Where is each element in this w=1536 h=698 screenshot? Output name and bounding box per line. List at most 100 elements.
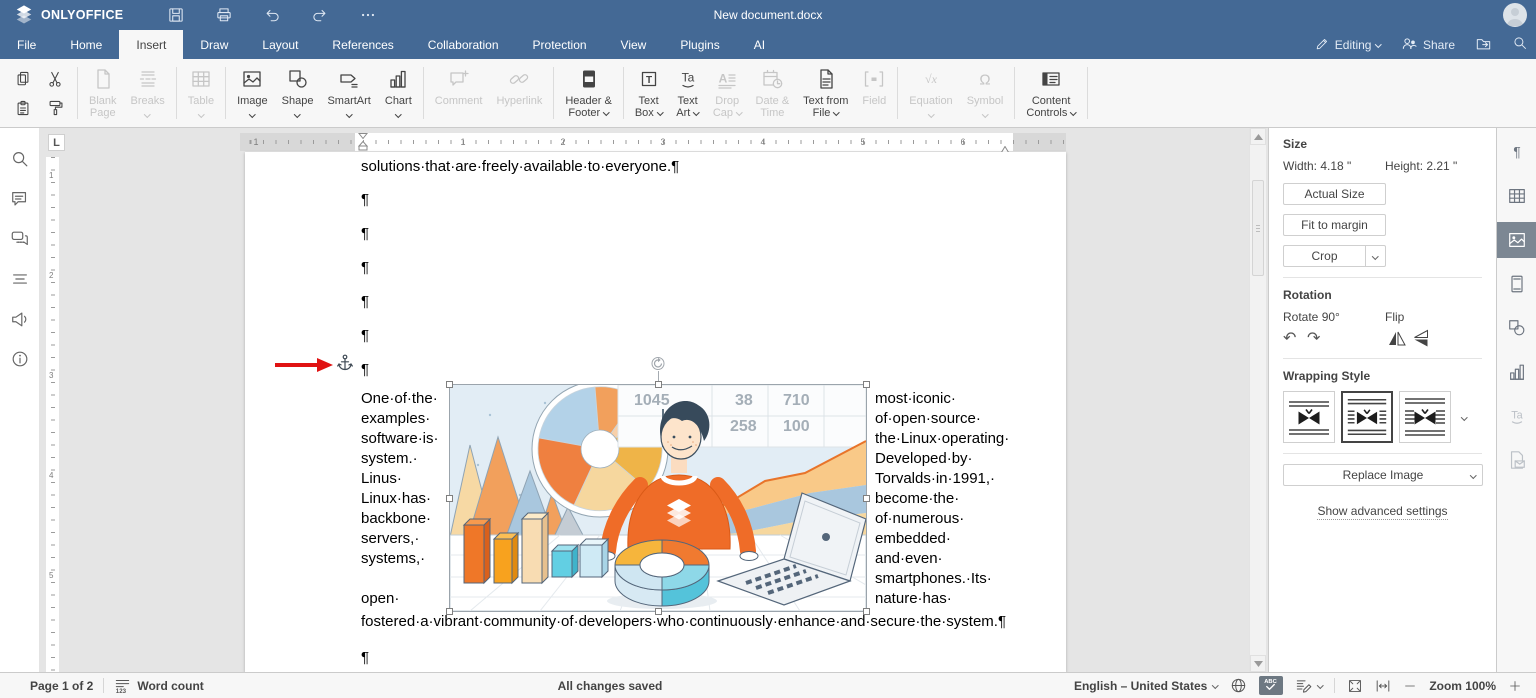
format-painter-button[interactable] (42, 95, 68, 121)
rotate-clockwise-button[interactable]: ↷ (1307, 328, 1331, 348)
wrapping-style-inline[interactable] (1283, 391, 1335, 443)
crop-dropdown[interactable] (1365, 246, 1385, 266)
scroll-up-button[interactable] (1250, 128, 1266, 145)
sidebar-search-button[interactable] (9, 148, 31, 170)
empty-paragraph-mark: ¶ (361, 327, 370, 344)
open-file-location-button[interactable] (1475, 35, 1492, 55)
wrapping-gallery-expand-button[interactable] (1457, 391, 1471, 443)
chevron-down-icon (249, 110, 256, 117)
document-scrollbar[interactable] (1249, 128, 1266, 672)
tab-home[interactable]: Home (53, 30, 119, 59)
wrapped-text-line: and·even· (875, 550, 943, 567)
language-selector[interactable]: English – United States (1074, 679, 1219, 693)
content-controls-button[interactable]: Content Controls (1019, 63, 1082, 119)
tab-protection[interactable]: Protection (516, 30, 604, 59)
rotate-handle[interactable] (651, 356, 666, 376)
sidebar-navigation-button[interactable] (9, 268, 31, 290)
tab-stop-selector[interactable]: L (48, 134, 65, 151)
horizontal-ruler[interactable]: 1 1 2 3 4 5 6 (240, 133, 1066, 155)
set-document-language-button[interactable] (1230, 677, 1247, 694)
resize-handle-sw[interactable] (446, 608, 453, 615)
tab-collaboration[interactable]: Collaboration (411, 30, 516, 59)
rotate-counterclockwise-button[interactable]: ↶ (1283, 328, 1307, 348)
shape-settings-button[interactable] (1497, 310, 1536, 346)
crop-button[interactable]: Crop (1283, 245, 1386, 267)
resize-handle-w[interactable] (446, 495, 453, 502)
selected-inline-image[interactable]: 1045 38 710 258 100 (446, 357, 870, 615)
show-advanced-settings-link[interactable]: Show advanced settings (1283, 504, 1482, 520)
paragraph-settings-button[interactable]: ¶ (1497, 134, 1536, 170)
text-box-button[interactable]: T Text Box (628, 63, 669, 119)
undo-button[interactable] (263, 6, 281, 24)
vruler-ticks (50, 157, 55, 672)
flip-vertical-button[interactable] (1414, 326, 1429, 350)
header-footer-button[interactable]: Header & Footer (558, 63, 618, 119)
sidebar-about-button[interactable] (9, 348, 31, 370)
wrapping-style-tight[interactable] (1399, 391, 1451, 443)
smartart-button[interactable]: SmartArt (320, 63, 377, 119)
wrapping-style-square[interactable] (1341, 391, 1393, 443)
ribbon-button-label: Cap (713, 107, 743, 119)
scrollbar-thumb[interactable] (1252, 180, 1264, 276)
left-text-column: One·of·the· examples· software·is· system.·… (361, 389, 439, 569)
tab-ai[interactable]: AI (737, 30, 782, 59)
redo-button[interactable] (311, 6, 329, 24)
spell-check-toggle[interactable]: ABC (1258, 676, 1283, 695)
vertical-ruler[interactable]: 1 2 3 4 5 (46, 157, 59, 672)
text-art-button[interactable]: Ta Text Art (669, 63, 706, 119)
chart-button[interactable]: Chart (378, 63, 419, 119)
sidebar-comment-button[interactable] (9, 188, 31, 210)
fit-to-margin-button[interactable]: Fit to margin (1283, 214, 1386, 236)
paste-button[interactable] (10, 95, 36, 121)
flip-horizontal-button[interactable] (1385, 331, 1409, 346)
shape-button[interactable]: Shape (275, 63, 321, 119)
track-changes-button[interactable] (1295, 677, 1324, 694)
sidebar-feedback-button[interactable] (9, 308, 31, 330)
resize-handle-e[interactable] (863, 495, 870, 502)
zoom-in-button[interactable] (1508, 679, 1522, 693)
svg-text:123: 123 (116, 688, 127, 694)
print-button[interactable] (215, 6, 233, 24)
tab-insert[interactable]: Insert (119, 30, 184, 59)
wrapped-text-line: embedded· (875, 530, 951, 547)
search-button[interactable] (1512, 35, 1528, 54)
text-from-file-button[interactable]: Text from File (796, 63, 855, 119)
actual-size-button[interactable]: Actual Size (1283, 183, 1386, 205)
user-avatar[interactable] (1503, 3, 1527, 27)
image-settings-button[interactable] (1496, 222, 1536, 258)
zoom-level[interactable]: Zoom 100% (1429, 679, 1496, 693)
cut-button[interactable] (42, 66, 68, 92)
document-page[interactable]: solutions·that·are·freely·available·to·e… (245, 152, 1066, 672)
replace-image-button[interactable]: Replace Image (1283, 464, 1483, 486)
editing-mode-button[interactable]: Editing (1315, 36, 1382, 54)
table-settings-button[interactable] (1497, 178, 1536, 214)
customize-toolbar-button[interactable] (359, 6, 377, 24)
chart-settings-button[interactable] (1497, 354, 1536, 390)
word-count-button[interactable]: 123 Word count (114, 677, 204, 695)
tab-draw[interactable]: Draw (183, 30, 245, 59)
sidebar-chat-button[interactable] (9, 228, 31, 250)
page-number-indicator[interactable]: Page 1 of 2 (30, 679, 93, 693)
tab-view[interactable]: View (604, 30, 664, 59)
resize-handle-n[interactable] (655, 381, 662, 388)
resize-handle-s[interactable] (655, 608, 662, 615)
scroll-down-button[interactable] (1250, 655, 1266, 672)
save-button[interactable] (167, 6, 185, 24)
tab-plugins[interactable]: Plugins (663, 30, 736, 59)
zoom-out-button[interactable] (1403, 679, 1417, 693)
tab-file[interactable]: File (0, 30, 53, 59)
fit-to-page-button[interactable] (1347, 678, 1363, 694)
resize-handle-ne[interactable] (863, 381, 870, 388)
share-button[interactable]: Share (1401, 35, 1455, 55)
chevron-down-icon (603, 108, 610, 115)
image-settings-panel: Size Width: 4.18 " Height: 2.21 " Actual… (1268, 128, 1496, 672)
right-text-column: most·iconic· of·open·source· the·Linux·ope… (875, 389, 1009, 609)
tab-layout[interactable]: Layout (245, 30, 315, 59)
resize-handle-se[interactable] (863, 608, 870, 615)
resize-handle-nw[interactable] (446, 381, 453, 388)
headerfooter-settings-button[interactable] (1497, 266, 1536, 302)
copy-button[interactable] (10, 66, 36, 92)
fit-to-width-button[interactable] (1375, 678, 1391, 694)
tab-references[interactable]: References (315, 30, 410, 59)
image-button[interactable]: Image (230, 63, 275, 119)
